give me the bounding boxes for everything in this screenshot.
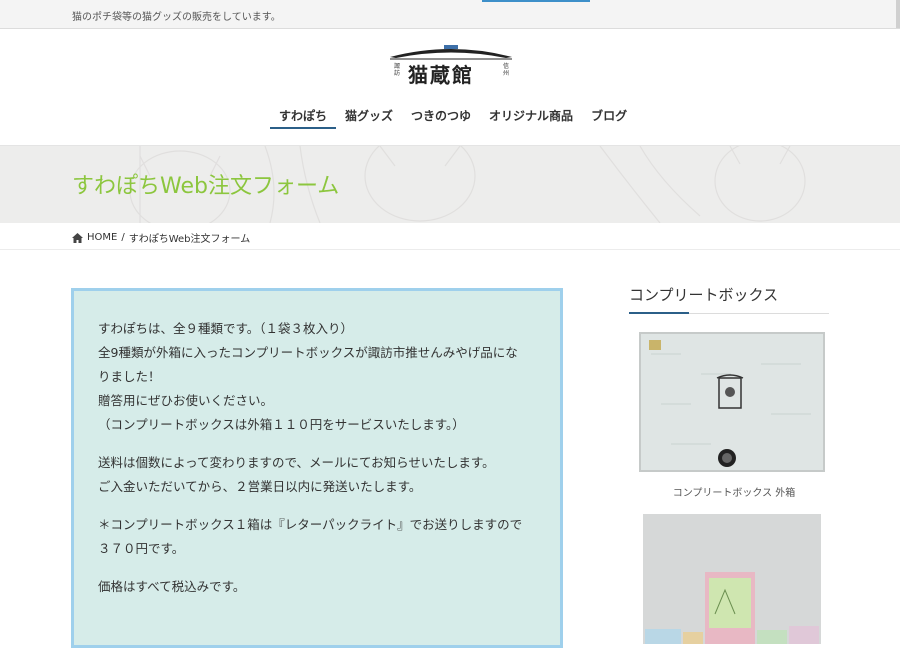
- product-caption: コンプリートボックス 外箱: [672, 488, 796, 499]
- breadcrumb-home-link[interactable]: HOME: [87, 232, 117, 243]
- logo-right-text: 信州: [503, 63, 510, 77]
- page-title: すわぽちWeb注文フォーム: [72, 174, 340, 199]
- info-line: 価格はすべて税込みです。: [98, 579, 246, 594]
- info-line: すわぽちは、全９種類です。（１袋３枚入り）: [98, 321, 354, 336]
- logo-left-text: 諏訪: [394, 63, 401, 77]
- breadcrumb: HOME / すわぽちWeb注文フォーム: [0, 223, 900, 250]
- site-header: 諏訪 猫蔵館 信州 すわぽち 猫グッズ つきのつゆ オリジナル商品 ブログ: [0, 29, 900, 146]
- info-paragraph-2: 送料は個数によって変わりますので、メールにてお知らせいたします。 ご入金いただい…: [98, 451, 548, 499]
- complete-box-outer-image[interactable]: [639, 332, 825, 472]
- top-accent-line: [482, 0, 590, 2]
- info-line: 送料は個数によって変わりますので、メールにてお知らせいたします。: [98, 455, 495, 470]
- nav-item-original-products[interactable]: オリジナル商品: [480, 103, 582, 129]
- site-tagline: 猫のポチ袋等の猫グッズの販売をしています。: [72, 12, 281, 23]
- nav-item-tsukinotsuyu[interactable]: つきのつゆ: [402, 103, 480, 129]
- info-line: 贈答用にぜひお使いください。: [98, 393, 274, 408]
- logo-main-text: 猫蔵館: [408, 63, 474, 87]
- info-line: ３７０円です。: [98, 541, 185, 556]
- breadcrumb-separator: /: [121, 232, 125, 243]
- product-box-illustration: [641, 334, 823, 470]
- top-bar: 猫のポチ袋等の猫グッズの販売をしています。: [0, 0, 900, 29]
- site-logo[interactable]: 諏訪 猫蔵館 信州: [386, 43, 516, 87]
- info-line: ご入金いただいてから、２営業日以内に発送いたします。: [98, 479, 422, 494]
- info-paragraph-1: すわぽちは、全９種類です。（１袋３枚入り） 全9種類が外箱に入ったコンプリートボ…: [98, 317, 548, 437]
- info-line: （コンプリートボックスは外箱１１０円をサービスいたします。）: [98, 417, 465, 432]
- order-info-box: すわぽちは、全９種類です。（１袋３枚入り） 全9種類が外箱に入ったコンプリートボ…: [71, 288, 563, 648]
- scrollbar-edge: [896, 0, 900, 28]
- info-paragraph-3: ＊コンプリートボックス１箱は『レターパックライト』でお送りしますので ３７０円で…: [98, 513, 548, 561]
- nav-item-cat-goods[interactable]: 猫グッズ: [336, 103, 402, 129]
- home-icon: [72, 232, 83, 243]
- info-line: 全9種類が外箱に入ったコンプリートボックスが諏訪市推せんみやげ品にな: [98, 345, 518, 360]
- info-paragraph-4: 価格はすべて税込みです。: [98, 575, 548, 599]
- complete-box-inner-image[interactable]: [643, 514, 821, 644]
- breadcrumb-current: すわぽちWeb注文フォーム: [128, 234, 251, 245]
- sidebar-heading: コンプリートボックス: [629, 284, 829, 314]
- product-pochi-illustration: [643, 514, 821, 644]
- page-hero: すわぽちWeb注文フォーム: [0, 146, 900, 223]
- nav-item-blog[interactable]: ブログ: [582, 103, 636, 129]
- main-nav: すわぽち 猫グッズ つきのつゆ オリジナル商品 ブログ: [270, 103, 636, 133]
- info-line: りました！: [98, 369, 161, 384]
- nav-item-suwapochi[interactable]: すわぽち: [270, 103, 337, 129]
- info-line: ＊コンプリートボックス１箱は『レターパックライト』でお送りしますので: [98, 517, 523, 532]
- sidebar: コンプリートボックス コンプリートボックス 外箱: [629, 284, 829, 644]
